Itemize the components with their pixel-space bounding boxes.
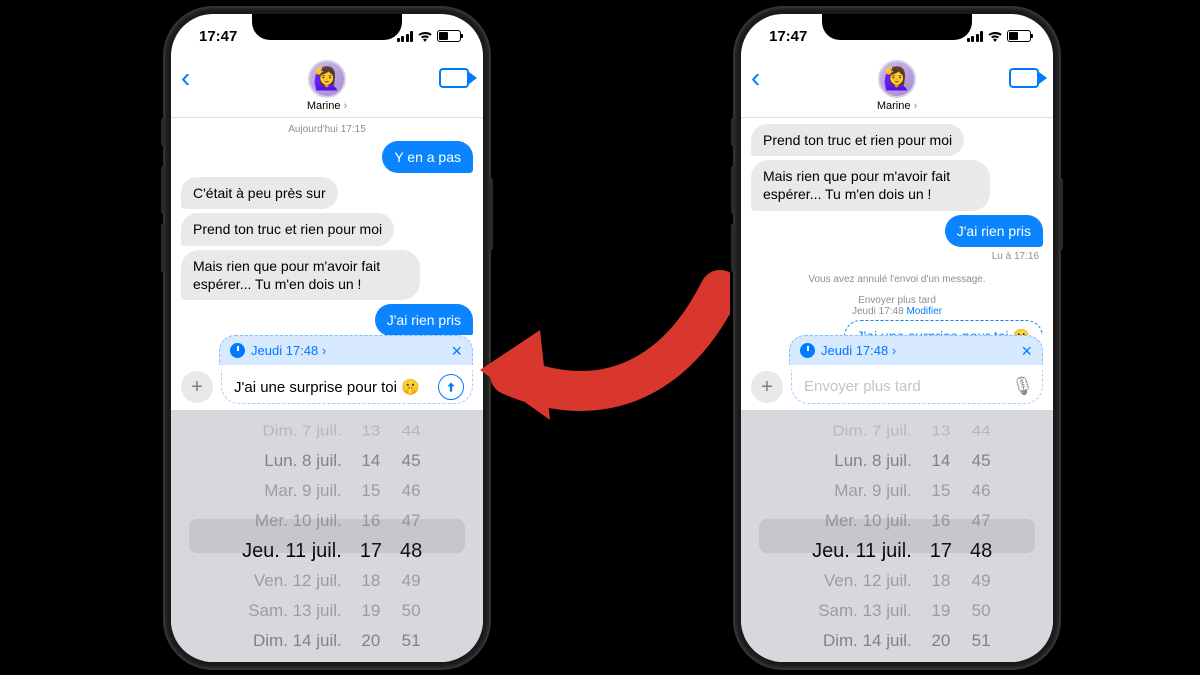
message-received[interactable]: Mais rien que pour m'avoir fait espérer.… xyxy=(181,250,420,300)
phone-right: 17:47 ‹ 🙋‍♀️ Marine Prend ton truc et ri… xyxy=(735,8,1059,668)
clock-icon xyxy=(230,343,245,358)
dictate-icon[interactable]: 🎙 xyxy=(1011,376,1034,397)
modify-link[interactable]: Modifier xyxy=(906,306,942,317)
unsend-notice: Vous avez annulé l'envoi d'un message. xyxy=(751,274,1043,285)
message-sent[interactable]: Y en a pas xyxy=(382,141,473,173)
wifi-icon xyxy=(987,30,1003,42)
scheduled-message[interactable]: J'ai une surprise pour toi 🤫 xyxy=(844,320,1043,335)
compose-input[interactable]: J'ai une surprise pour toi 🤫 xyxy=(221,370,473,404)
close-icon[interactable]: × xyxy=(451,342,462,360)
message-sent[interactable]: J'ai rien pris xyxy=(375,304,473,335)
attach-button[interactable]: + xyxy=(751,371,783,403)
scheduled-header: Envoyer plus tard Jeudi 17:48 Modifier xyxy=(751,295,1043,317)
signal-icon xyxy=(397,31,414,42)
status-time: 17:47 xyxy=(199,28,237,45)
signal-icon xyxy=(967,31,984,42)
read-receipt: Lu à 17:16 xyxy=(992,251,1039,262)
compose-placeholder: Envoyer plus tard xyxy=(804,378,921,395)
attach-button[interactable]: + xyxy=(181,371,213,403)
chat-scroll[interactable]: Prend ton truc et rien pour moi Mais rie… xyxy=(741,118,1053,335)
schedule-pill[interactable]: Jeudi 17:48 › × xyxy=(789,335,1043,365)
notch xyxy=(252,14,402,40)
message-sent[interactable]: J'ai rien pris xyxy=(945,215,1043,247)
day-header: Aujourd'hui 17:15 xyxy=(181,124,473,135)
message-received[interactable]: Prend ton truc et rien pour moi xyxy=(751,124,964,156)
back-button[interactable]: ‹ xyxy=(181,64,190,92)
battery-icon xyxy=(437,30,461,42)
notch xyxy=(822,14,972,40)
battery-icon xyxy=(1007,30,1031,42)
message-received[interactable]: C'était à peu près sur xyxy=(181,177,338,209)
chat-scroll[interactable]: Aujourd'hui 17:15 Y en a pas C'était à p… xyxy=(171,118,483,335)
phone-left: 17:47 ‹ 🙋‍♀️ Marine Aujourd'hui 17:15 Y … xyxy=(165,8,489,668)
compose-area: Jeudi 17:48 › × + Envoyer plus tard 🎙 xyxy=(741,335,1053,410)
avatar[interactable]: 🙋‍♀️ xyxy=(878,60,916,98)
nav-header: ‹ 🙋‍♀️ Marine xyxy=(171,58,483,118)
back-button[interactable]: ‹ xyxy=(751,64,760,92)
message-received[interactable]: Prend ton truc et rien pour moi xyxy=(181,213,394,245)
annotation-arrow-icon xyxy=(470,270,730,430)
schedule-pill[interactable]: Jeudi 17:48 › × xyxy=(219,335,473,365)
nav-header: ‹ 🙋‍♀️ Marine xyxy=(741,58,1053,118)
contact-name[interactable]: Marine xyxy=(307,100,347,112)
date-time-picker[interactable]: Sam. 6 juil. Dim. 7 juil. Lun. 8 juil. M… xyxy=(171,410,483,662)
compose-text: J'ai une surprise pour toi 🤫 xyxy=(234,378,420,396)
date-time-picker[interactable]: Sam. 6 juil. Dim. 7 juil. Lun. 8 juil. M… xyxy=(741,410,1053,662)
facetime-icon[interactable] xyxy=(439,68,469,88)
send-button[interactable] xyxy=(438,374,464,400)
compose-area: Jeudi 17:48 › × + J'ai une surprise pour… xyxy=(171,335,483,410)
clock-icon xyxy=(800,343,815,358)
message-received[interactable]: Mais rien que pour m'avoir fait espérer.… xyxy=(751,160,990,210)
contact-name[interactable]: Marine xyxy=(877,100,917,112)
facetime-icon[interactable] xyxy=(1009,68,1039,88)
avatar[interactable]: 🙋‍♀️ xyxy=(308,60,346,98)
schedule-time-label: Jeudi 17:48 › xyxy=(821,343,896,358)
status-time: 17:47 xyxy=(769,28,807,45)
compose-input[interactable]: Envoyer plus tard 🎙 xyxy=(791,370,1043,404)
close-icon[interactable]: × xyxy=(1021,342,1032,360)
wifi-icon xyxy=(417,30,433,42)
schedule-time-label: Jeudi 17:48 › xyxy=(251,343,326,358)
